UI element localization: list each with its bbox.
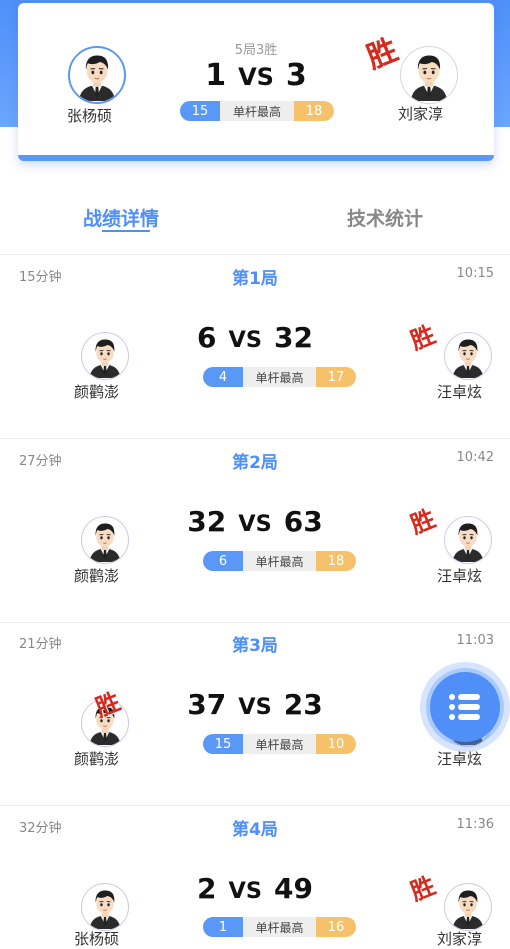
right-player-avatar[interactable] <box>444 883 492 931</box>
avatar-icon <box>446 885 490 929</box>
right-player-avatar[interactable] <box>444 516 492 564</box>
left-break-value: 4 <box>203 367 243 387</box>
highest-break-bar: 15 单杆最高 10 <box>203 734 356 754</box>
highest-break-label: 单杆最高 <box>243 734 316 754</box>
game-card[interactable]: 27分钟 第2局 10:42 颜鹳澎 32 VS 63 6 单杆最高 18 胜 汪卓炫 <box>0 439 510 623</box>
game-title: 第3局 <box>232 636 278 656</box>
vs-label: VS <box>228 327 262 353</box>
list-menu-icon <box>449 694 480 720</box>
highest-break-label: 单杆最高 <box>243 917 316 937</box>
left-score: 1 <box>205 58 227 93</box>
left-break-value: 15 <box>180 101 220 121</box>
game-title: 第2局 <box>232 453 278 473</box>
right-break-value: 16 <box>316 917 356 937</box>
right-break-value: 17 <box>316 367 356 387</box>
right-break-value: 18 <box>294 101 334 121</box>
game-title: 第4局 <box>232 820 278 840</box>
left-score: 6 <box>197 321 217 354</box>
left-break-value: 6 <box>203 551 243 571</box>
right-player-avatar[interactable] <box>400 46 458 104</box>
game-time: 10:42 <box>456 450 494 465</box>
floating-menu-halo <box>420 662 510 752</box>
right-player-name: 刘家淳 <box>437 930 483 948</box>
right-player-name: 汪卓炫 <box>437 567 483 585</box>
floating-menu-button[interactable] <box>430 672 500 742</box>
left-score: 2 <box>197 872 217 905</box>
right-score: 32 <box>273 321 313 354</box>
vs-label: VS <box>228 878 262 904</box>
game-time: 10:15 <box>456 266 494 281</box>
right-score: 23 <box>283 688 323 721</box>
right-player-name: 刘家淳 <box>398 105 444 123</box>
right-score: 63 <box>283 505 323 538</box>
right-player-name: 汪卓炫 <box>437 383 483 401</box>
game-time: 11:36 <box>456 817 494 832</box>
vs-label: VS <box>238 511 272 537</box>
left-score: 37 <box>187 688 227 721</box>
right-player-avatar[interactable] <box>444 332 492 380</box>
highest-break-label: 单杆最高 <box>243 551 316 571</box>
left-player-name: 张杨硕 <box>74 930 120 948</box>
left-player-name: 颜鹳澎 <box>74 567 120 585</box>
right-score: 49 <box>273 872 313 905</box>
left-player-name: 颜鹳澎 <box>74 383 120 401</box>
left-break-value: 1 <box>203 917 243 937</box>
game-card[interactable]: 15分钟 第1局 10:15 颜鹳澎 6 VS 32 4 单杆最高 17 胜 汪卓炫 <box>0 255 510 439</box>
tab-match-details[interactable]: 战绩详情 <box>83 204 159 231</box>
vs-label: VS <box>238 63 274 91</box>
tab-bar: 战绩详情 技术统计 <box>0 190 510 255</box>
highest-break-bar: 6 单杆最高 18 <box>203 551 356 571</box>
left-break-value: 15 <box>203 734 243 754</box>
game-card[interactable]: 32分钟 第4局 11:36 张杨硕 2 VS 49 1 单杆最高 16 胜 刘家淳 <box>0 806 510 948</box>
highest-break-label: 单杆最高 <box>220 101 294 121</box>
active-tab-indicator <box>102 230 150 232</box>
match-summary-card: 张杨硕 5局3胜 1 VS 3 15 单杆最高 18 胜 刘家淳 <box>18 3 494 161</box>
right-break-value: 10 <box>316 734 356 754</box>
highest-break-label: 单杆最高 <box>243 367 316 387</box>
avatar-icon <box>403 49 455 101</box>
left-score: 32 <box>187 505 227 538</box>
highest-break-bar: 4 单杆最高 17 <box>203 367 356 387</box>
game-title: 第1局 <box>232 269 278 289</box>
left-player-name: 张杨硕 <box>67 107 113 125</box>
game-time: 11:03 <box>456 633 494 648</box>
vs-label: VS <box>238 694 272 720</box>
avatar-icon <box>446 518 490 562</box>
right-score: 3 <box>285 58 307 93</box>
left-player-name: 颜鹳澎 <box>74 750 120 768</box>
highest-break-bar: 1 单杆最高 16 <box>203 917 356 937</box>
avatar-icon <box>446 334 490 378</box>
tab-technical-stats[interactable]: 技术统计 <box>347 204 423 231</box>
highest-break-bar: 15 单杆最高 18 <box>180 101 334 121</box>
right-break-value: 18 <box>316 551 356 571</box>
